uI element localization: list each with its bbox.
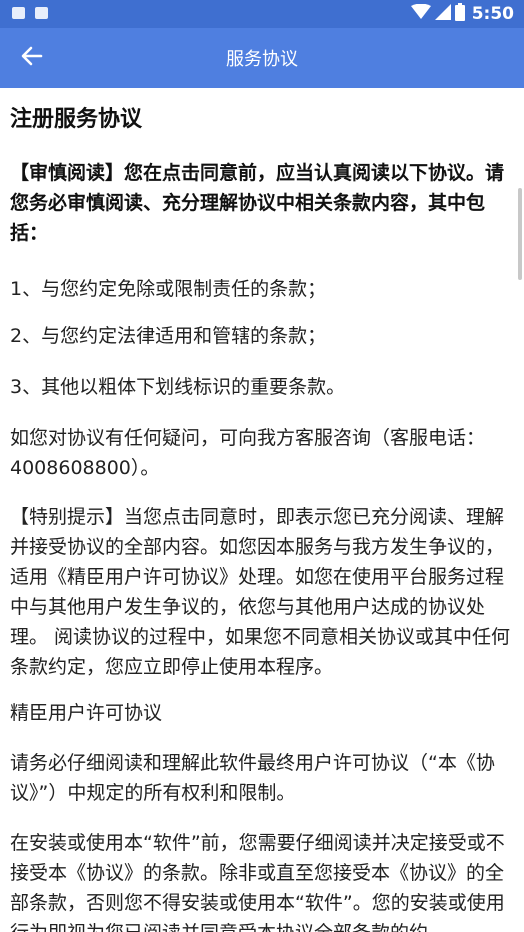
cell-signal-icon (434, 4, 451, 24)
list-item: 1、与您约定免除或限制责任的条款； (10, 278, 327, 300)
app-notification-icon (35, 7, 48, 19)
list-item: 3、其他以粗体下划线标识的重要条款。 (10, 376, 346, 398)
agreement-content[interactable]: 注册服务协议 【审慎阅读】您在点击同意前，应当认真阅读以下协议。请您务必审慎阅读… (0, 88, 524, 932)
special-notice-paragraph: 【特别提示】当您点击同意时，即表示您已充分阅读、理解并接受协议的全部内容。如您因… (10, 506, 511, 678)
battery-icon (454, 3, 465, 25)
careful-reading-paragraph: 【审慎阅读】您在点击同意前，应当认真阅读以下协议。请您务必审慎阅读、充分理解协议… (10, 162, 505, 244)
license-heading: 精臣用户许可协议 (10, 702, 163, 724)
license-intro-paragraph: 请务必仔细阅读和理解此软件最终用户许可协议（“本《协议》”）中规定的所有权利和限… (10, 752, 495, 804)
document-title: 注册服务协议 (10, 107, 143, 132)
status-time: 5:50 (471, 4, 514, 24)
page-title: 服务协议 (226, 49, 298, 70)
message-notification-icon (12, 7, 25, 19)
customer-service-paragraph: 如您对协议有任何疑问，可向我方客服咨询（客服电话：4008608800）。 (10, 427, 486, 479)
wifi-icon (410, 3, 431, 24)
status-bar: 5:50 (0, 0, 524, 28)
license-terms-paragraph: 在安装或使用本“软件”前，您需要仔细阅读并决定接受或不接受本《协议》的条款。除非… (10, 832, 505, 932)
scrollbar[interactable] (518, 188, 522, 280)
list-item: 2、与您约定法律适用和管辖的条款； (10, 325, 327, 347)
app-bar: 服务协议 (0, 28, 524, 88)
